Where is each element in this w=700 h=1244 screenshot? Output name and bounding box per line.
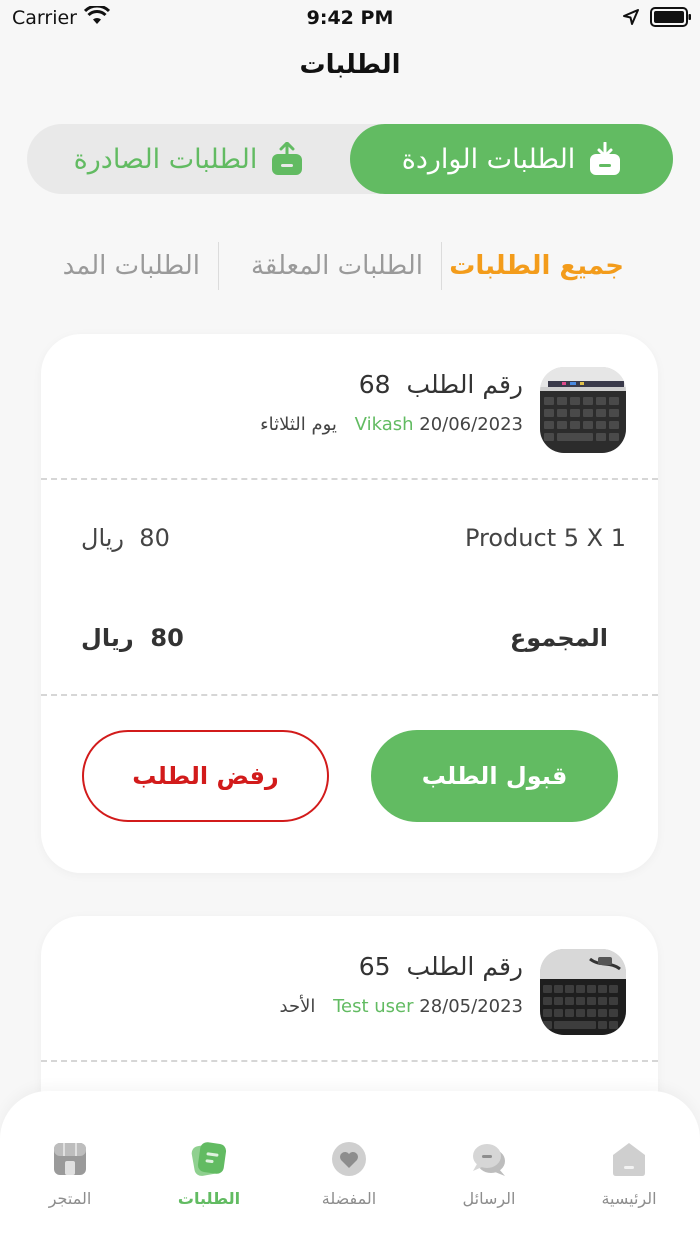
currency: ريال [81,524,125,552]
tab-favorites-label: المفضلة [321,1189,377,1208]
home-icon [613,1143,645,1176]
tab-store[interactable]: المتجر [15,1139,125,1208]
tab-orders[interactable]: الطلبات [154,1139,264,1208]
page-title: الطلبات [299,50,401,80]
product-quantity: X 1 [586,524,626,552]
product-thumbnail [540,367,626,453]
accept-order-button[interactable]: قبول الطلب [371,730,618,822]
currency: ريال [81,624,134,652]
filter-pending-orders[interactable]: الطلبات المعلقة [251,238,423,294]
filter-divider [218,242,219,290]
reject-order-button[interactable]: رفض الطلب [82,730,329,822]
note-icon [191,1142,227,1176]
tab-home[interactable]: الرئيسية [574,1139,684,1208]
chat-icon [473,1144,505,1176]
tab-outgoing-orders[interactable]: الطلبات الصادرة [27,124,350,194]
total-price-value: 80 [150,624,184,652]
tab-messages-label: الرسائل [462,1189,516,1208]
order-user[interactable]: Vikash [355,414,414,435]
order-number-heading: رقم الطلب 65 [359,952,523,981]
store-icon [54,1143,86,1175]
tab-outgoing-label: الطلبات الصادرة [73,143,258,175]
tab-home-label: الرئيسية [601,1189,657,1208]
order-number-heading: رقم الطلب 68 [359,370,523,399]
order-meta: Vikash 20/06/2023 يوم الثلاثاء [260,414,523,435]
bottom-tab-bar: الرئيسية الرسائل المفضلة الطلبات المتجر [0,1091,700,1244]
inbox-download-icon [590,142,621,175]
filter-divider [441,242,442,290]
tab-orders-label: الطلبات [177,1189,241,1208]
tab-messages[interactable]: الرسائل [434,1139,544,1208]
battery-icon [650,7,691,27]
order-number-label: رقم الطلب [406,952,523,981]
filter-all-orders[interactable]: جميع الطلبات [449,238,624,294]
orders-direction-toggle: الطلبات الواردة الطلبات الصادرة [27,124,673,194]
total-label: المجموع [509,624,608,652]
dashed-divider [41,1060,658,1062]
tab-incoming-orders[interactable]: الطلبات الواردة [350,124,673,194]
tab-favorites[interactable]: المفضلة [294,1139,404,1208]
status-bar: Carrier 9:42 PM [0,0,700,36]
inbox-upload-icon [272,142,303,175]
order-card: رقم الطلب 68 Vikash 20/06/2023 يوم الثلا… [41,334,658,873]
order-meta: Test user 28/05/2023 الأحد [280,996,524,1017]
tab-incoming-label: الطلبات الواردة [401,143,576,175]
order-number: 68 [358,370,391,399]
product-line: Product 5 X 1 [465,524,626,552]
product-name: Product 5 [464,524,580,552]
order-user[interactable]: Test user [333,996,413,1017]
order-number: 65 [358,952,391,981]
total-price: 80 ريال [81,624,184,652]
laptop-image [540,367,626,453]
keyboard-image [540,949,626,1035]
filter-other-orders[interactable]: الطلبات المد [63,238,200,294]
clock: 9:42 PM [306,7,394,29]
dashed-divider [41,478,658,480]
location-arrow-icon [623,9,639,25]
product-price-value: 80 [139,524,170,552]
order-filter-tabs: جميع الطلبات الطلبات المعلقة الطلبات الم… [0,238,700,294]
dashed-divider [41,694,658,696]
heart-icon [332,1142,366,1176]
tab-store-label: المتجر [48,1189,92,1208]
order-number-label: رقم الطلب [406,370,523,399]
product-thumbnail [540,949,626,1035]
product-price: 80 ريال [81,524,170,552]
